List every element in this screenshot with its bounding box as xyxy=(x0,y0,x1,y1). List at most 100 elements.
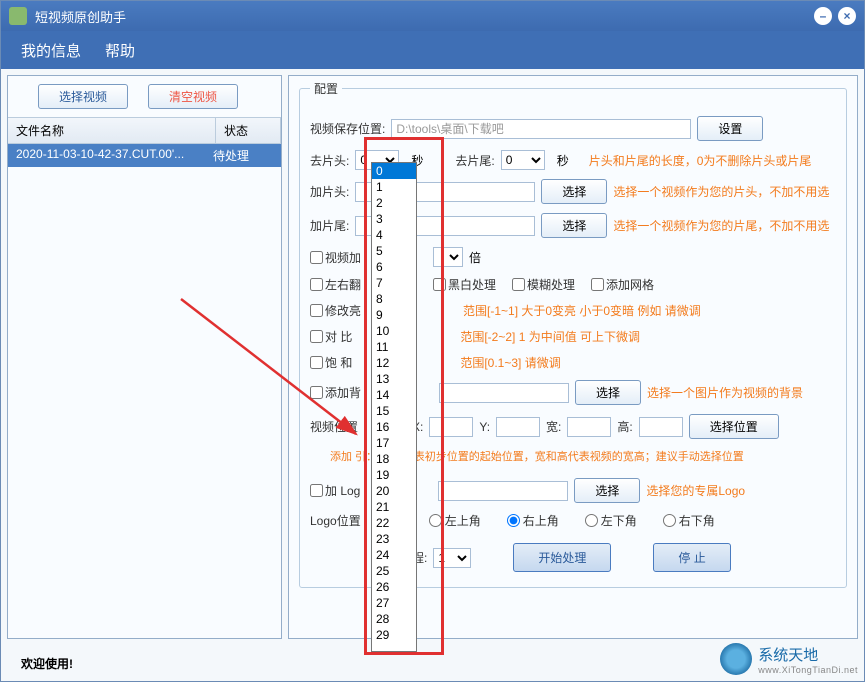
start-button[interactable]: 开始处理 xyxy=(513,543,611,572)
dropdown-option-7[interactable]: 7 xyxy=(372,275,416,291)
blur-checkbox-label[interactable]: 模糊处理 xyxy=(512,276,575,293)
radio-bottom-right[interactable]: 右下角 xyxy=(663,512,715,529)
col-filename: 文件名称 xyxy=(8,118,216,143)
dropdown-option-5[interactable]: 5 xyxy=(372,243,416,259)
logo-select-button[interactable]: 选择 xyxy=(574,478,640,503)
left-panel: 选择视频 清空视频 文件名称 状态 2020-11-03-10-42-37.CU… xyxy=(7,75,282,639)
dropdown-option-11[interactable]: 11 xyxy=(372,339,416,355)
dropdown-option-19[interactable]: 19 xyxy=(372,467,416,483)
select-video-button[interactable]: 选择视频 xyxy=(38,84,128,109)
cut-hint: 片头和片尾的长度，0为不删除片头或片尾 xyxy=(589,152,812,169)
radio-bottom-left[interactable]: 左下角 xyxy=(585,512,637,529)
grid-checkbox-label[interactable]: 添加网格 xyxy=(591,276,654,293)
stop-button[interactable]: 停 止 xyxy=(653,543,730,572)
watermark-logo-icon xyxy=(720,643,752,675)
watermark-en: www.XiTongTianDi.net xyxy=(758,665,858,675)
clear-video-button[interactable]: 清空视频 xyxy=(148,84,238,109)
bg-select-button[interactable]: 选择 xyxy=(575,380,641,405)
dropdown-option-21[interactable]: 21 xyxy=(372,499,416,515)
dropdown-option-29[interactable]: 29 xyxy=(372,627,416,643)
dropdown-option-10[interactable]: 10 xyxy=(372,323,416,339)
saturation-checkbox-label[interactable]: 饱 和 xyxy=(310,354,352,371)
dropdown-option-14[interactable]: 14 xyxy=(372,387,416,403)
dropdown-option-6[interactable]: 6 xyxy=(372,259,416,275)
pos-h-input[interactable] xyxy=(639,417,683,437)
col-status: 状态 xyxy=(216,118,281,143)
add-head-label: 加片头: xyxy=(310,183,349,200)
dropdown-option-0[interactable]: 0 xyxy=(372,163,416,179)
cut-tail-select[interactable]: 0 xyxy=(501,150,545,170)
dropdown-option-17[interactable]: 17 xyxy=(372,435,416,451)
save-location-input[interactable] xyxy=(391,119,691,139)
set-location-button[interactable]: 设置 xyxy=(697,116,763,141)
logo-hint: 选择您的专属Logo xyxy=(646,482,745,499)
speed-select[interactable] xyxy=(433,247,463,267)
watermark: 系统天地 www.XiTongTianDi.net xyxy=(720,643,858,675)
add-head-select-button[interactable]: 选择 xyxy=(541,179,607,204)
brightness-checkbox-label[interactable]: 修改亮 xyxy=(310,302,361,319)
bw-checkbox-label[interactable]: 黑白处理 xyxy=(433,276,496,293)
dropdown-option-27[interactable]: 27 xyxy=(372,595,416,611)
flip-checkbox[interactable] xyxy=(310,278,323,291)
contrast-checkbox-label[interactable]: 对 比 xyxy=(310,328,352,345)
add-tail-select-button[interactable]: 选择 xyxy=(541,213,607,238)
file-row[interactable]: 2020-11-03-10-42-37.CUT.00'... 待处理 xyxy=(8,144,281,167)
logo-checkbox-label[interactable]: 加 Log xyxy=(310,482,360,499)
dropdown-option-20[interactable]: 20 xyxy=(372,483,416,499)
flip-checkbox-label[interactable]: 左右翻 xyxy=(310,276,361,293)
menu-help[interactable]: 帮助 xyxy=(105,40,135,61)
minimize-button[interactable]: – xyxy=(814,7,832,25)
dropdown-option-23[interactable]: 23 xyxy=(372,531,416,547)
menu-my-info[interactable]: 我的信息 xyxy=(21,40,81,61)
pos-select-button[interactable]: 选择位置 xyxy=(689,414,779,439)
dropdown-option-12[interactable]: 12 xyxy=(372,355,416,371)
dropdown-option-2[interactable]: 2 xyxy=(372,195,416,211)
saturation-checkbox[interactable] xyxy=(310,356,323,369)
logo-input[interactable] xyxy=(438,481,568,501)
brightness-checkbox[interactable] xyxy=(310,304,323,317)
pos-w-label: 宽: xyxy=(546,418,561,435)
save-location-label: 视频保存位置: xyxy=(310,120,385,137)
pos-w-input[interactable] xyxy=(567,417,611,437)
pos-y-label: Y: xyxy=(479,420,490,434)
dropdown-option-28[interactable]: 28 xyxy=(372,611,416,627)
file-list-header: 文件名称 状态 xyxy=(8,117,281,144)
dropdown-option-26[interactable]: 26 xyxy=(372,579,416,595)
add-head-hint: 选择一个视频作为您的片头，不加不用选 xyxy=(613,183,829,200)
logo-checkbox[interactable] xyxy=(310,484,323,497)
dropdown-option-22[interactable]: 22 xyxy=(372,515,416,531)
dropdown-option-13[interactable]: 13 xyxy=(372,371,416,387)
speed-checkbox-label[interactable]: 视频加 xyxy=(310,249,361,266)
dropdown-option-8[interactable]: 8 xyxy=(372,291,416,307)
dropdown-option-25[interactable]: 25 xyxy=(372,563,416,579)
dropdown-option-18[interactable]: 18 xyxy=(372,451,416,467)
radio-top-right[interactable]: 右上角 xyxy=(507,512,559,529)
close-button[interactable]: × xyxy=(838,7,856,25)
bw-checkbox[interactable] xyxy=(433,278,446,291)
bg-checkbox-label[interactable]: 添加背 xyxy=(310,384,361,401)
dropdown-option-9[interactable]: 9 xyxy=(372,307,416,323)
bg-input[interactable] xyxy=(439,383,569,403)
contrast-hint: 范围[-2~2] 1 为中间值 可上下微调 xyxy=(460,328,640,345)
bg-checkbox[interactable] xyxy=(310,386,323,399)
pos-x-input[interactable] xyxy=(429,417,473,437)
cut-head-dropdown-list[interactable]: 0123456789101112131415161718192021222324… xyxy=(371,162,417,652)
dropdown-option-16[interactable]: 16 xyxy=(372,419,416,435)
saturation-hint: 范围[0.1~3] 请微调 xyxy=(460,354,560,371)
dropdown-option-24[interactable]: 24 xyxy=(372,547,416,563)
pos-y-input[interactable] xyxy=(496,417,540,437)
dropdown-option-3[interactable]: 3 xyxy=(372,211,416,227)
blur-checkbox[interactable] xyxy=(512,278,525,291)
radio-top-left[interactable]: 左上角 xyxy=(429,512,481,529)
thread-select[interactable]: 1 xyxy=(433,548,471,568)
dropdown-option-4[interactable]: 4 xyxy=(372,227,416,243)
dropdown-option-15[interactable]: 15 xyxy=(372,403,416,419)
titlebar: 短视频原创助手 – × xyxy=(1,1,864,31)
pos-label: 视频位置 xyxy=(310,418,358,435)
file-name: 2020-11-03-10-42-37.CUT.00'... xyxy=(16,147,213,164)
grid-checkbox[interactable] xyxy=(591,278,604,291)
dropdown-option-1[interactable]: 1 xyxy=(372,179,416,195)
window-title: 短视频原创助手 xyxy=(35,7,808,26)
contrast-checkbox[interactable] xyxy=(310,330,323,343)
speed-checkbox[interactable] xyxy=(310,251,323,264)
